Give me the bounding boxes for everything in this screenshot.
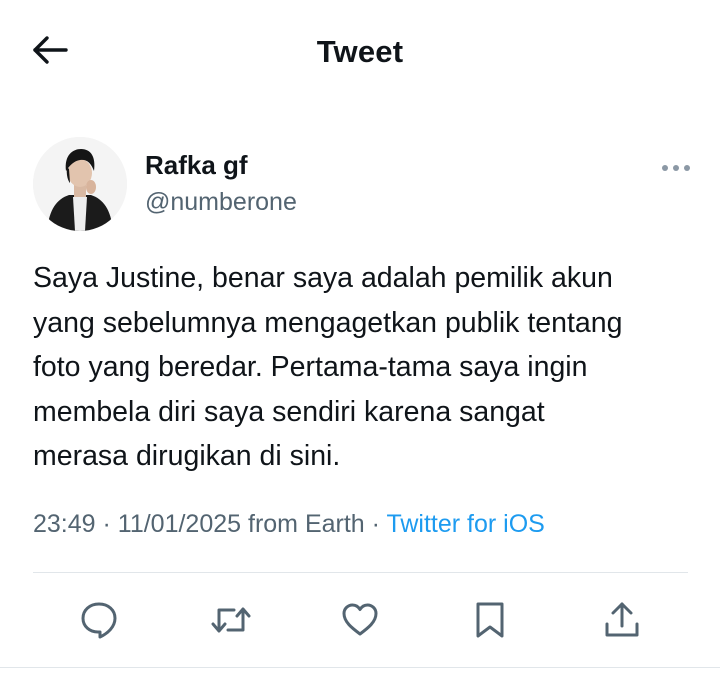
separator-dot: · <box>364 510 387 538</box>
avatar[interactable] <box>33 137 127 231</box>
tweet-location: from Earth <box>241 510 365 538</box>
share-icon <box>602 600 642 640</box>
more-options-button[interactable] <box>658 158 694 178</box>
more-horizontal-icon <box>661 159 691 177</box>
reply-button[interactable] <box>75 596 123 644</box>
like-button[interactable] <box>336 596 384 644</box>
bookmark-button[interactable] <box>466 596 514 644</box>
share-button[interactable] <box>598 596 646 644</box>
tweet-source-link[interactable]: Twitter for iOS <box>386 510 544 538</box>
divider <box>0 667 720 668</box>
divider <box>33 572 688 573</box>
tweet-action-bar <box>0 596 720 646</box>
retweet-icon <box>210 600 252 640</box>
retweet-button[interactable] <box>207 596 255 644</box>
bookmark-icon <box>472 600 508 640</box>
tweet-text: Saya Justine, benar saya adalah pemilik … <box>33 262 623 472</box>
top-bar: Tweet <box>0 0 720 104</box>
page-title: Tweet <box>316 34 404 69</box>
separator-dot: · <box>95 510 118 538</box>
tweet-time[interactable]: 23:49 <box>33 510 96 538</box>
tweet-metadata: 23:49 · 11/01/2025 from Earth · Twitter … <box>33 510 545 539</box>
author-handle[interactable]: @numberone <box>145 188 297 217</box>
author-display-name[interactable]: Rafka gf <box>145 150 248 181</box>
like-icon <box>340 600 380 640</box>
tweet-date[interactable]: 11/01/2025 <box>118 510 241 538</box>
reply-icon <box>79 600 119 640</box>
